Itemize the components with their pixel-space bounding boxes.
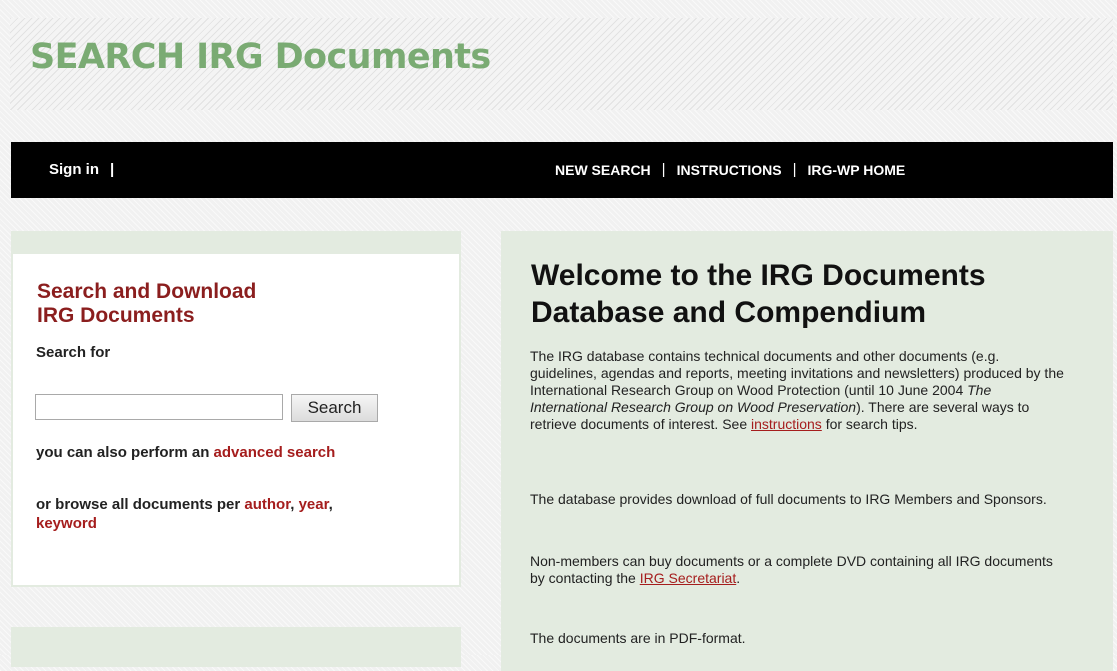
instructions-inline-link[interactable]: instructions [751,416,822,432]
intro-text-3: for search tips. [821,416,918,432]
search-card-heading-line1: Search and Download [37,280,257,303]
sign-in-link[interactable]: Sign in [49,161,99,178]
search-for-label: Search for [36,344,111,361]
pdf-format-paragraph: The documents are in PDF-format. [530,630,746,646]
search-card-heading-line2: IRG Documents [37,304,195,327]
nonmembers-paragraph: Non-members can buy documents or a compl… [530,553,1070,587]
browse-keyword-link[interactable]: keyword [36,515,97,532]
welcome-title: Welcome to the IRG Documents Database an… [531,259,986,329]
browse-prefix: or browse all documents per [36,496,245,513]
search-input[interactable] [35,394,283,420]
search-button[interactable]: Search [291,394,378,422]
irg-secretariat-link[interactable]: IRG Secretariat [640,570,736,586]
signin-separator: | [110,161,115,178]
advanced-search-line: you can also perform an advanced search [36,444,335,461]
nav-separator: | [792,161,797,178]
intro-paragraph: The IRG database contains technical docu… [530,348,1070,433]
browse-comma: , [290,496,299,513]
browse-comma: , [328,496,333,513]
advanced-search-prefix: you can also perform an [36,444,214,461]
advanced-search-link[interactable]: advanced search [214,444,336,461]
irg-wp-home-link[interactable]: IRG-WP HOME [807,162,905,178]
search-card: Search and Download IRG Documents Search… [13,254,459,585]
browse-year-link[interactable]: year [299,496,329,513]
site-title: SEARCH IRG Documents [30,37,491,77]
new-search-link[interactable]: NEW SEARCH [555,162,651,178]
download-paragraph: The database provides download of full d… [530,491,1047,507]
nav-separator: | [661,161,666,178]
browse-author-link[interactable]: author [244,496,290,513]
nonmembers-text-1: Non-members can buy documents or a compl… [530,553,1053,586]
nav-links: NEW SEARCH | INSTRUCTIONS | IRG-WP HOME [555,161,905,178]
left-sidebar-panel-lower [11,627,461,667]
top-navbar: Sign in | NEW SEARCH | INSTRUCTIONS | IR… [11,142,1113,198]
nonmembers-text-2: . [736,570,741,586]
instructions-link[interactable]: INSTRUCTIONS [677,162,782,178]
browse-line: or browse all documents per author, year… [36,495,416,533]
welcome-panel: Welcome to the IRG Documents Database an… [501,231,1113,671]
search-card-heading: Search and Download IRG Documents [37,280,337,328]
